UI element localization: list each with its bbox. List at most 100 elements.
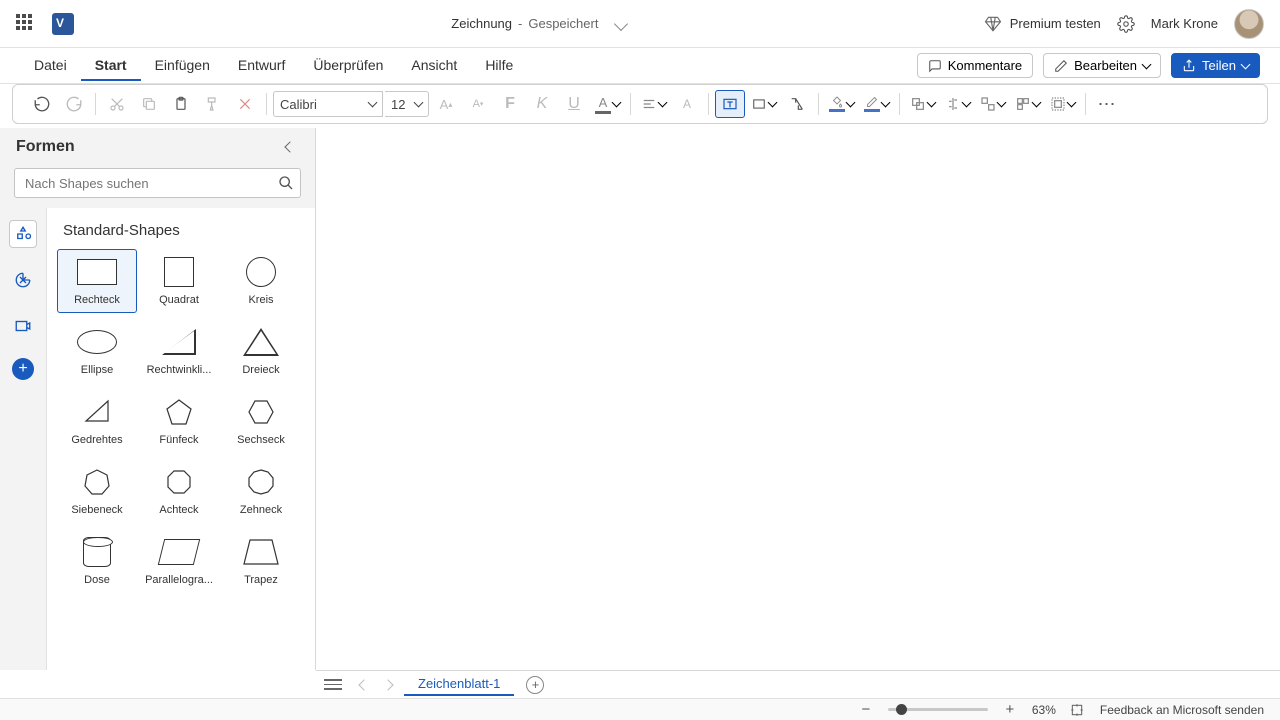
chevron-down-icon bbox=[368, 98, 378, 108]
search-input[interactable] bbox=[14, 168, 301, 198]
tab-start[interactable]: Start bbox=[81, 51, 141, 81]
position-button[interactable] bbox=[1011, 96, 1044, 112]
delete-button[interactable] bbox=[230, 90, 260, 118]
shape-dreieck[interactable]: Dreieck bbox=[221, 319, 301, 383]
font-color-button[interactable]: A bbox=[591, 95, 624, 114]
gear-icon[interactable] bbox=[1117, 15, 1135, 33]
underline-button[interactable]: U bbox=[559, 90, 589, 118]
zoom-value: 63% bbox=[1032, 703, 1056, 717]
shape-kreis[interactable]: Kreis bbox=[221, 249, 301, 313]
format-painter-button[interactable] bbox=[198, 90, 228, 118]
redo-button[interactable] bbox=[59, 90, 89, 118]
panel-title: Formen bbox=[16, 138, 75, 156]
shape-sechseck[interactable]: Sechseck bbox=[221, 389, 301, 453]
sheet-menu-button[interactable] bbox=[324, 679, 342, 690]
zoom-fit-button[interactable] bbox=[1070, 703, 1086, 717]
comment-icon bbox=[928, 59, 942, 73]
align-objects-button[interactable] bbox=[941, 96, 974, 112]
tab-ueberpruefen[interactable]: Überprüfen bbox=[299, 51, 397, 81]
chevron-down-icon bbox=[1142, 59, 1152, 69]
shape-label: Zehneck bbox=[225, 504, 297, 516]
shape-siebeneck[interactable]: Siebeneck bbox=[57, 459, 137, 523]
zoom-out-button[interactable]: − bbox=[858, 701, 874, 718]
premium-button[interactable]: Premium testen bbox=[984, 15, 1101, 33]
avatar[interactable] bbox=[1234, 9, 1264, 39]
undo-button[interactable] bbox=[27, 90, 57, 118]
paste-button[interactable] bbox=[166, 90, 196, 118]
line-color-button[interactable] bbox=[860, 96, 893, 112]
feedback-link[interactable]: Feedback an Microsoft senden bbox=[1100, 703, 1264, 717]
shape-label: Gedrehtes bbox=[61, 434, 133, 446]
shrink-font-button[interactable]: A▾ bbox=[463, 90, 493, 118]
group-button[interactable] bbox=[976, 96, 1009, 112]
italic-button[interactable]: K bbox=[527, 90, 557, 118]
copy-button[interactable] bbox=[134, 90, 164, 118]
category-shapes[interactable] bbox=[9, 220, 37, 248]
shape-gedrehtes[interactable]: Gedrehtes bbox=[57, 389, 137, 453]
shape-label: Rechteck bbox=[61, 294, 133, 306]
share-icon bbox=[1182, 59, 1196, 73]
clear-format-button[interactable]: A bbox=[672, 90, 702, 118]
add-category-button[interactable]: + bbox=[12, 358, 34, 380]
separator bbox=[708, 93, 709, 115]
chevron-down-icon bbox=[997, 98, 1007, 108]
fill-color-button[interactable] bbox=[825, 96, 858, 112]
tab-entwurf[interactable]: Entwurf bbox=[224, 51, 299, 81]
tab-datei[interactable]: Datei bbox=[20, 51, 81, 81]
font-size-select[interactable]: 12 bbox=[385, 91, 429, 117]
edit-button[interactable]: Bearbeiten bbox=[1043, 53, 1161, 78]
separator bbox=[95, 93, 96, 115]
shape-trapez[interactable]: Trapez bbox=[221, 529, 301, 593]
comments-button[interactable]: Kommentare bbox=[917, 53, 1033, 78]
cut-button[interactable] bbox=[102, 90, 132, 118]
layers-button[interactable] bbox=[1046, 96, 1079, 112]
shape-tool-button[interactable] bbox=[747, 97, 780, 111]
zoom-slider[interactable] bbox=[888, 708, 988, 711]
share-label: Teilen bbox=[1202, 58, 1236, 73]
align-button[interactable] bbox=[637, 97, 670, 111]
grow-font-button[interactable]: A▴ bbox=[431, 90, 461, 118]
app-launcher[interactable] bbox=[16, 14, 36, 34]
connector-button[interactable] bbox=[782, 90, 812, 118]
shape-dose[interactable]: Dose bbox=[57, 529, 137, 593]
arrange-button[interactable] bbox=[906, 96, 939, 112]
next-sheet-button[interactable] bbox=[376, 675, 400, 695]
chevron-down-icon bbox=[846, 98, 856, 108]
canvas[interactable] bbox=[316, 128, 1280, 670]
shape-ellipse[interactable]: Ellipse bbox=[57, 319, 137, 383]
search-button[interactable] bbox=[275, 172, 297, 194]
shape-rechtwinklig[interactable]: Rechtwinkli... bbox=[139, 319, 219, 383]
chevron-down-icon bbox=[658, 98, 668, 108]
font-size-value: 12 bbox=[391, 97, 405, 112]
share-button[interactable]: Teilen bbox=[1171, 53, 1260, 78]
section-title: Standard-Shapes bbox=[47, 208, 315, 249]
separator bbox=[818, 93, 819, 115]
bold-button[interactable]: F bbox=[495, 90, 525, 118]
shape-rechteck[interactable]: Rechteck bbox=[57, 249, 137, 313]
shape-achteck[interactable]: Achteck bbox=[139, 459, 219, 523]
tab-hilfe[interactable]: Hilfe bbox=[471, 51, 527, 81]
prev-sheet-button[interactable] bbox=[352, 675, 376, 695]
title-dropdown[interactable] bbox=[614, 16, 628, 30]
font-name-value: Calibri bbox=[280, 97, 317, 112]
sheet-tab[interactable]: Zeichenblatt-1 bbox=[404, 673, 514, 696]
shape-label: Trapez bbox=[225, 574, 297, 586]
zoom-thumb[interactable] bbox=[896, 704, 907, 715]
zoom-in-button[interactable]: + bbox=[1002, 701, 1018, 718]
shape-fuenfeck[interactable]: Fünfeck bbox=[139, 389, 219, 453]
shape-quadrat[interactable]: Quadrat bbox=[139, 249, 219, 313]
visio-icon bbox=[52, 13, 74, 35]
collapse-panel-button[interactable] bbox=[281, 138, 299, 156]
add-sheet-button[interactable]: + bbox=[526, 676, 544, 694]
user-name: Mark Krone bbox=[1151, 16, 1218, 31]
text-tool-button[interactable] bbox=[715, 90, 745, 118]
shape-zehneck[interactable]: Zehneck bbox=[221, 459, 301, 523]
shape-parallelogramm[interactable]: Parallelogra... bbox=[139, 529, 219, 593]
font-name-select[interactable]: Calibri bbox=[273, 91, 383, 117]
tab-einfuegen[interactable]: Einfügen bbox=[141, 51, 224, 81]
tab-ansicht[interactable]: Ansicht bbox=[397, 51, 471, 81]
category-quick[interactable] bbox=[9, 312, 37, 340]
more-button[interactable]: ⋯ bbox=[1092, 90, 1122, 118]
category-stencils[interactable] bbox=[9, 266, 37, 294]
shape-label: Ellipse bbox=[61, 364, 133, 376]
